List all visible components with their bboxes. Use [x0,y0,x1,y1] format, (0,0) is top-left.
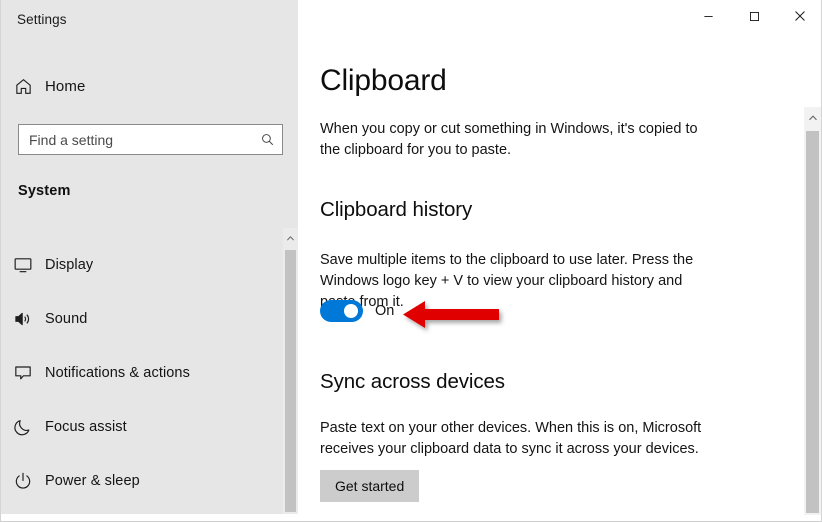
main-content: Clipboard When you copy or cut something… [298,0,821,521]
speech-bubble-icon [1,363,45,383]
minimize-button[interactable] [685,0,731,32]
main-scrollbar-thumb[interactable] [806,131,819,513]
settings-window: Settings Home System [0,0,822,522]
sidebar-item-sound[interactable]: Sound [1,292,283,346]
main-scrollbar[interactable] [804,107,821,515]
speaker-icon [1,309,45,329]
sidebar-item-label: Focus assist [45,419,127,435]
sidebar-scrollbar-thumb[interactable] [285,250,296,512]
clipboard-history-toggle[interactable] [320,300,363,322]
sidebar-item-notifications[interactable]: Notifications & actions [1,346,283,400]
get-started-button[interactable]: Get started [320,470,420,502]
sync-across-devices-heading: Sync across devices [320,370,505,393]
toggle-knob [344,304,358,318]
clipboard-history-heading: Clipboard history [320,198,473,221]
clipboard-history-toggle-label: On [375,303,395,319]
maximize-button[interactable] [731,0,777,32]
sidebar-scrollbar[interactable] [283,228,298,514]
search-box[interactable] [18,124,283,155]
sidebar-nav-list: Display Sound Notifications & actions Fo… [1,238,283,508]
monitor-icon [1,255,45,275]
sidebar-item-label: Sound [45,311,88,327]
sync-across-devices-description: Paste text on your other devices. When t… [320,420,702,457]
search-icon[interactable] [252,132,282,147]
moon-icon [1,417,45,437]
sidebar-home-label: Home [45,77,86,95]
sidebar-item-home[interactable]: Home [1,70,298,102]
sidebar-item-power-sleep[interactable]: Power & sleep [1,454,283,508]
title-bar [298,0,821,44]
sidebar-item-focus-assist[interactable]: Focus assist [1,400,283,454]
chevron-up-icon[interactable] [283,230,298,246]
sidebar: Settings Home System [1,0,298,514]
app-title: Settings [17,12,67,27]
clipboard-history-toggle-row: On [320,300,394,322]
chevron-up-icon[interactable] [804,109,821,126]
page-intro-text: When you copy or cut something in Window… [320,121,698,158]
page-title: Clipboard [320,64,447,97]
sidebar-section-label: System [18,183,71,199]
sidebar-item-display[interactable]: Display [1,238,283,292]
power-icon [1,471,45,491]
search-input[interactable] [19,125,252,154]
close-button[interactable] [777,0,821,32]
home-icon [1,77,45,96]
sidebar-item-label: Display [45,257,94,273]
sidebar-item-label: Notifications & actions [45,365,190,381]
sidebar-item-label: Power & sleep [45,473,140,489]
